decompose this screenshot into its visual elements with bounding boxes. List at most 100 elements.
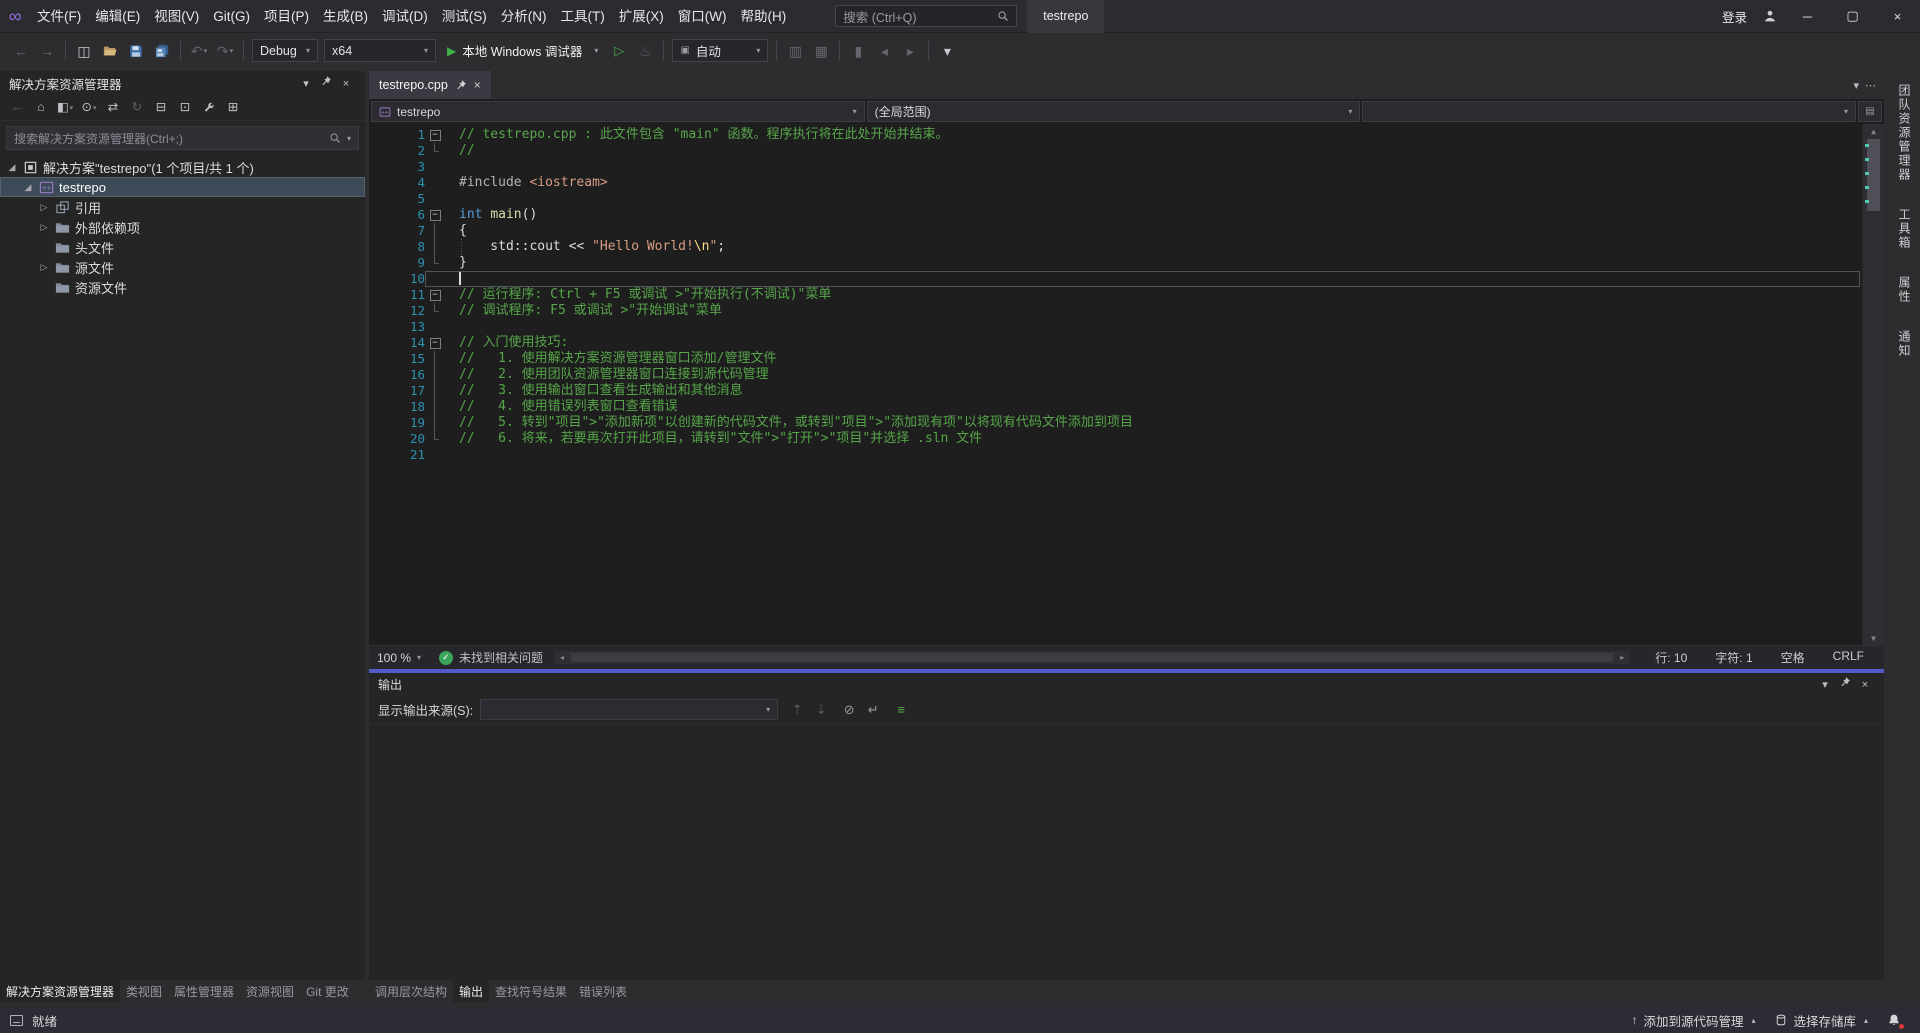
code-health-indicator[interactable]: ✓ 未找到相关问题 [439, 649, 543, 666]
start-without-debugging-icon[interactable]: ▷ [606, 39, 632, 63]
tree-item[interactable]: ◢解决方案"testrepo"(1 个项目/共 1 个) [0, 157, 365, 177]
window-position-icon[interactable]: ▾ [296, 76, 316, 94]
previous-bookmark-icon[interactable]: ◂ [871, 39, 897, 63]
breakpoint-margin[interactable] [369, 223, 385, 239]
clear-all-icon[interactable]: ⊘ [837, 698, 861, 720]
code-line[interactable]: 15// 1. 使用解决方案资源管理器窗口添加/管理文件 [369, 351, 1862, 367]
collapse-all-icon[interactable]: ⊟ [149, 97, 173, 119]
code-line[interactable]: 2// [369, 143, 1862, 159]
right-auto-hide-tab[interactable]: 属性 [1896, 273, 1913, 307]
code-line[interactable]: 7{ [369, 223, 1862, 239]
vertical-scrollbar[interactable]: ▲ ▼ [1862, 124, 1884, 645]
menu-item[interactable]: 文件(F) [30, 0, 88, 33]
fold-collapse-icon[interactable]: − [425, 335, 445, 351]
code-line[interactable]: 12// 调试程序: F5 或调试 >"开始调试"菜单 [369, 303, 1862, 319]
tree-item[interactable]: ▷引用 [0, 197, 365, 217]
code-line[interactable]: 18// 4. 使用错误列表窗口查看错误 [369, 399, 1862, 415]
attach-target-dropdown[interactable]: ▣自动▾ [672, 39, 768, 62]
code-line[interactable]: 19// 5. 转到"项目">"添加新项"以创建新的代码文件，或转到"项目">"… [369, 415, 1862, 431]
scroll-up-icon[interactable]: ▲ [1863, 124, 1884, 138]
fold-collapse-icon[interactable]: − [425, 127, 445, 143]
menu-item[interactable]: 测试(S) [435, 0, 494, 33]
breakpoint-margin[interactable] [369, 287, 385, 303]
solution-platforms-dropdown[interactable]: x64▾ [324, 39, 436, 62]
uncomment-selection-icon[interactable]: ▦ [808, 39, 834, 63]
hot-reload-icon[interactable]: ♨ [632, 39, 658, 63]
project-dropdown[interactable]: ++ testrepo ▾ [371, 101, 865, 122]
member-dropdown[interactable]: ▾ [1362, 101, 1856, 122]
document-tab[interactable]: testrepo.cpp × [369, 71, 491, 99]
breakpoint-margin[interactable] [369, 431, 385, 447]
output-content[interactable] [369, 724, 1884, 980]
code-line[interactable]: 13 [369, 319, 1862, 335]
show-all-files-icon[interactable]: ⊡ [173, 97, 197, 119]
pending-changes-filter-icon[interactable]: ⊙▾ [77, 97, 101, 119]
bottom-panel-tab[interactable]: 错误列表 [573, 980, 633, 1002]
new-project-icon[interactable]: ◫ [71, 39, 97, 63]
user-avatar-icon[interactable] [1755, 9, 1785, 23]
menu-item[interactable]: 分析(N) [494, 0, 554, 33]
close-tab-icon[interactable]: × [474, 78, 481, 92]
breakpoint-margin[interactable] [369, 303, 385, 319]
nav-forward-icon[interactable]: → [34, 39, 60, 63]
save-icon[interactable] [123, 39, 149, 63]
menu-item[interactable]: 工具(T) [554, 0, 612, 33]
goto-previous-message-icon[interactable]: ⇡ [785, 698, 809, 720]
breakpoint-margin[interactable] [369, 367, 385, 383]
scroll-left-icon[interactable]: ◂ [555, 651, 569, 664]
status-spaces[interactable]: 空格 [1767, 649, 1819, 666]
tree-item[interactable]: ▷源文件 [0, 257, 365, 277]
right-auto-hide-tab[interactable]: 通知 [1896, 327, 1913, 361]
minimize-button[interactable]: ─ [1785, 0, 1830, 33]
quick-search-box[interactable]: 搜索 (Ctrl+Q) [835, 5, 1017, 27]
window-position-icon[interactable]: ▾ [1815, 677, 1835, 695]
toggle-bookmark-icon[interactable]: ▮ [845, 39, 871, 63]
output-titlebar[interactable]: 输出 ▾× [369, 673, 1884, 695]
comment-selection-icon[interactable]: ▥ [782, 39, 808, 63]
right-auto-hide-tab[interactable]: 工具箱 [1896, 205, 1913, 253]
breakpoint-margin[interactable] [369, 415, 385, 431]
menu-item[interactable]: 生成(B) [316, 0, 375, 33]
save-all-icon[interactable] [149, 39, 175, 63]
left-tool-tab[interactable]: Git 更改 [300, 980, 355, 1002]
left-tool-tab[interactable]: 资源视图 [240, 980, 300, 1002]
breakpoint-margin[interactable] [369, 239, 385, 255]
output-source-dropdown[interactable]: ▾ [480, 699, 778, 720]
goto-next-message-icon[interactable]: ⇣ [809, 698, 833, 720]
properties-icon[interactable] [197, 97, 221, 119]
breakpoint-margin[interactable] [369, 399, 385, 415]
preview-selected-items-icon[interactable]: ⊞ [221, 97, 245, 119]
left-tool-tab[interactable]: 解决方案资源管理器 [0, 980, 120, 1002]
refresh-icon[interactable]: ↻ [125, 97, 149, 119]
tree-item[interactable]: ◢++testrepo [0, 177, 365, 197]
fold-collapse-icon[interactable]: − [425, 207, 445, 223]
switch-views-icon[interactable]: ◧▾ [53, 97, 77, 119]
open-file-icon[interactable] [97, 39, 123, 63]
se-home-icon[interactable]: ⌂ [29, 97, 53, 119]
add-to-source-control-button[interactable]: ↑ 添加到源代码管理 ▴ [1621, 1007, 1765, 1033]
bottom-panel-tab[interactable]: 调用层次结构 [369, 980, 453, 1002]
fold-collapse-icon[interactable]: − [425, 287, 445, 303]
toolbar-options-icon[interactable]: ▾ [934, 39, 960, 63]
background-tasks-icon[interactable] [10, 1015, 23, 1026]
sign-in-button[interactable]: 登录 [1714, 7, 1755, 26]
scope-dropdown[interactable]: (全局范围) ▾ [867, 101, 1361, 122]
breakpoint-margin[interactable] [369, 175, 385, 191]
code-line[interactable]: 16// 2. 使用团队资源管理器窗口连接到源代码管理 [369, 367, 1862, 383]
code-line[interactable]: 17// 3. 使用输出窗口查看生成输出和其他消息 [369, 383, 1862, 399]
status-eol[interactable]: CRLF [1819, 649, 1878, 666]
breakpoint-margin[interactable] [369, 159, 385, 175]
undo-icon[interactable]: ↶▾ [186, 39, 212, 63]
visual-studio-logo-icon[interactable]: ∞ [0, 6, 30, 27]
code-editor[interactable]: 1−// testrepo.cpp : 此文件包含 "main" 函数。程序执行… [369, 124, 1884, 645]
sync-with-active-document-icon[interactable]: ⇄ [101, 97, 125, 119]
expander-icon[interactable]: ◢ [22, 182, 34, 193]
code-line[interactable]: 20// 6. 将来，若要再次打开此项目，请转到"文件">"打开">"项目"并选… [369, 431, 1862, 447]
breakpoint-margin[interactable] [369, 271, 385, 287]
next-bookmark-icon[interactable]: ▸ [897, 39, 923, 63]
select-repository-button[interactable]: 选择存储库 ▴ [1765, 1007, 1878, 1033]
expander-icon[interactable]: ▷ [38, 202, 50, 213]
tree-item[interactable]: ▷外部依赖项 [0, 217, 365, 237]
solution-configurations-dropdown[interactable]: Debug▾ [252, 39, 318, 62]
chevron-down-icon[interactable]: ▾ [347, 134, 351, 143]
